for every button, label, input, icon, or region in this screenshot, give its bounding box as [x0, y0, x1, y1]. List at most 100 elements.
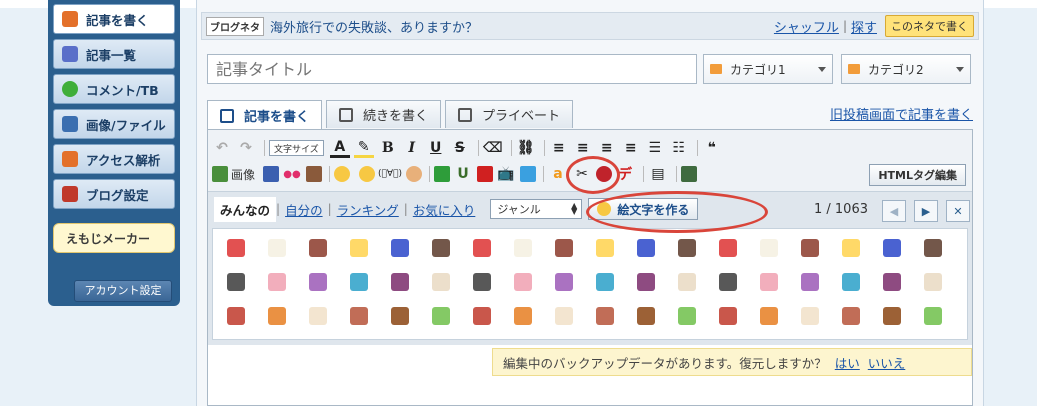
redo-icon[interactable]: ↷ [236, 138, 256, 158]
emoji-thumbnail[interactable] [719, 273, 737, 291]
tab-mine[interactable]: 自分の [280, 200, 328, 219]
sidebar-item-comments[interactable]: コメント/TB [53, 74, 175, 104]
emoji-thumbnail[interactable] [350, 307, 368, 325]
prev-page-button[interactable]: ◀ [882, 200, 906, 222]
bold-icon[interactable]: B [378, 138, 398, 158]
list-box-icon[interactable]: ▤ [648, 164, 668, 184]
emoji-thumbnail[interactable] [309, 239, 327, 257]
emoji-thumbnail[interactable] [883, 273, 901, 291]
image-insert-label[interactable]: 画像 [231, 166, 255, 183]
emoji-thumbnail[interactable] [391, 273, 409, 291]
amazon-icon[interactable]: a [548, 164, 568, 184]
bullet-list-icon[interactable]: ☰ [645, 138, 665, 158]
emoji-thumbnail[interactable] [555, 307, 573, 325]
emoji-thumbnail[interactable] [555, 239, 573, 257]
emoji-icon[interactable] [334, 166, 351, 182]
emoji-thumbnail[interactable] [432, 239, 450, 257]
emoji-thumbnail[interactable] [760, 307, 778, 325]
article-title-input[interactable] [207, 54, 697, 84]
emoji-thumbnail[interactable] [391, 307, 409, 325]
emoji-thumbnail[interactable] [473, 239, 491, 257]
font-size-select[interactable]: 文字サイズ [269, 140, 324, 156]
emoji-thumbnail[interactable] [227, 273, 245, 291]
emoji-thumbnail[interactable] [432, 273, 450, 291]
quote-icon[interactable]: ❝ [702, 138, 722, 158]
emoji-thumbnail[interactable] [760, 239, 778, 257]
emoji-thumbnail[interactable] [596, 307, 614, 325]
emoji-thumbnail[interactable] [678, 273, 696, 291]
image-insert-icon[interactable] [212, 166, 228, 182]
old-editor-link[interactable]: 旧投稿画面で記事を書く [830, 104, 973, 123]
close-icon[interactable]: ✕ [946, 200, 970, 222]
emoji-thumbnail[interactable] [678, 239, 696, 257]
character-icon[interactable] [406, 166, 422, 182]
emoji-maker-icon[interactable] [359, 166, 376, 182]
italic-icon[interactable]: I [402, 138, 422, 158]
emoji-thumbnail[interactable] [637, 307, 655, 325]
tab-ranking[interactable]: ランキング [332, 200, 404, 219]
emoji-thumbnail[interactable] [514, 273, 532, 291]
numbered-list-icon[interactable]: ☷ [669, 138, 689, 158]
emoji-thumbnail[interactable] [637, 273, 655, 291]
emoji-thumbnail[interactable] [514, 239, 532, 257]
emoji-thumbnail[interactable] [842, 239, 860, 257]
font-color-icon[interactable]: A [329, 138, 350, 158]
category1-select[interactable]: カテゴリ1 [703, 54, 833, 84]
emoji-thumbnail[interactable] [309, 273, 327, 291]
emoji-thumbnail[interactable] [924, 239, 942, 257]
kaomoji-icon[interactable]: (ﾟ∀ﾟ) [378, 164, 402, 184]
emoji-thumbnail[interactable] [801, 273, 819, 291]
underline-u-icon[interactable]: U [453, 164, 473, 184]
underline-icon[interactable]: U [426, 138, 446, 158]
emoji-thumbnail[interactable] [350, 273, 368, 291]
genre-select[interactable]: ジャンル ▲ ▼ [490, 199, 583, 219]
clear-format-icon[interactable]: ⌫ [483, 138, 503, 158]
restore-yes-link[interactable]: はい [835, 353, 860, 372]
emoji-thumbnail[interactable] [596, 239, 614, 257]
emoji-thumbnail[interactable] [227, 307, 245, 325]
emoji-thumbnail[interactable] [719, 307, 737, 325]
sidebar-item-settings[interactable]: ブログ設定 [53, 179, 175, 209]
emoji-thumbnail[interactable] [514, 307, 532, 325]
matome-icon[interactable] [434, 166, 450, 182]
category2-select[interactable]: カテゴリ2 [841, 54, 971, 84]
emoji-thumbnail[interactable] [760, 273, 778, 291]
tab-favorites[interactable]: お気に入り [408, 200, 481, 219]
emoji-thumbnail[interactable] [596, 273, 614, 291]
link-icon[interactable]: ⛓ [516, 138, 536, 158]
emoji-thumbnail[interactable] [924, 307, 942, 325]
emoji-thumbnail[interactable] [637, 239, 655, 257]
tv-icon[interactable]: 📺 [496, 164, 516, 184]
emoji-thumbnail[interactable] [719, 239, 737, 257]
emoji-thumbnail[interactable] [432, 307, 450, 325]
align-justify-icon[interactable]: ≡ [621, 138, 641, 158]
emoji-thumbnail[interactable] [268, 273, 286, 291]
pics-icon[interactable] [263, 166, 280, 182]
emoji-thumbnail[interactable] [473, 273, 491, 291]
undo-icon[interactable]: ↶ [212, 138, 232, 158]
twitter-icon[interactable] [520, 166, 536, 182]
emoji-thumbnail[interactable] [924, 273, 942, 291]
map-icon[interactable] [681, 166, 697, 182]
flickr-icon[interactable]: ●● [282, 164, 302, 184]
emoji-thumbnail[interactable] [842, 307, 860, 325]
restore-no-link[interactable]: いいえ [868, 353, 906, 372]
next-page-button[interactable]: ▶ [914, 200, 938, 222]
search-link[interactable]: 探す [851, 17, 877, 36]
emoji-thumbnail[interactable] [268, 239, 286, 257]
align-center-icon[interactable]: ≡ [573, 138, 593, 158]
write-with-neta-button[interactable]: このネタで書く [885, 15, 974, 37]
account-settings-button[interactable]: アカウント設定 [74, 280, 172, 302]
shuffle-link[interactable]: シャッフル [774, 17, 839, 36]
highlight-color-icon[interactable]: ✎ [353, 138, 374, 158]
tab-everyone[interactable]: みんなの [214, 196, 277, 222]
youtube-icon[interactable] [477, 166, 493, 182]
sidebar-item-images[interactable]: 画像/ファイル [53, 109, 175, 139]
tab-continue[interactable]: 続きを書く [326, 100, 442, 128]
emoji-thumbnail[interactable] [555, 273, 573, 291]
emoji-thumbnail[interactable] [268, 307, 286, 325]
emoji-thumbnail[interactable] [350, 239, 368, 257]
emoji-thumbnail[interactable] [678, 307, 696, 325]
html-edit-button[interactable]: HTMLタグ編集 [869, 164, 966, 186]
emoji-thumbnail[interactable] [801, 307, 819, 325]
